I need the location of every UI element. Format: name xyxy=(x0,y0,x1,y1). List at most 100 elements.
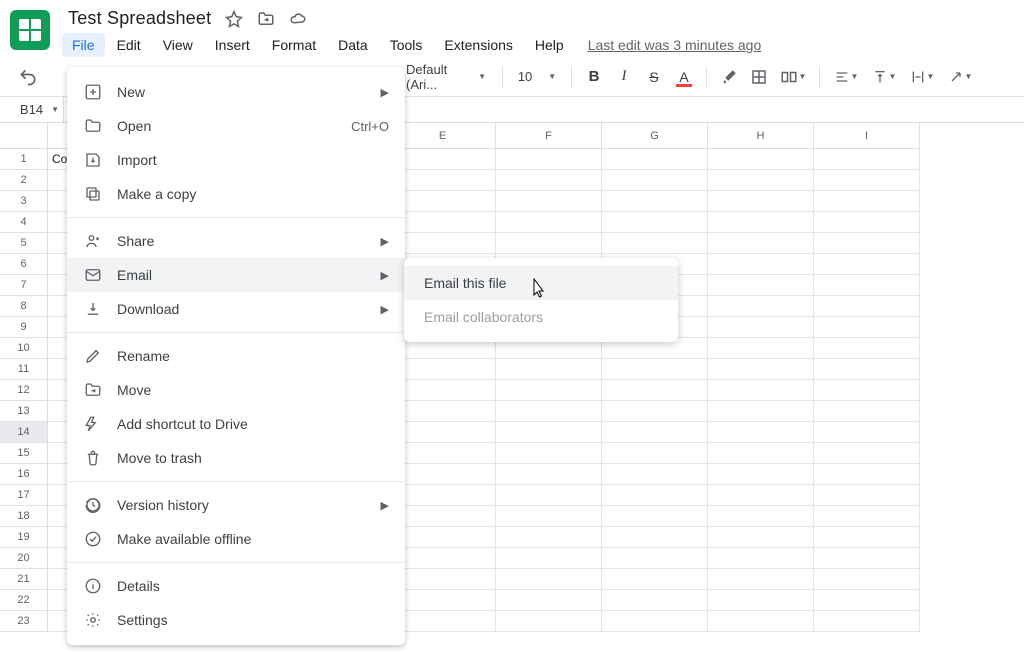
cell[interactable] xyxy=(814,296,920,317)
file-menu-offline[interactable]: Make available offline xyxy=(67,522,405,556)
row-header[interactable]: 11 xyxy=(0,359,47,380)
cell[interactable] xyxy=(496,611,602,632)
cloud-status-icon[interactable] xyxy=(289,10,307,28)
cell[interactable] xyxy=(602,422,708,443)
cell[interactable] xyxy=(390,380,496,401)
cell[interactable] xyxy=(708,233,814,254)
cell[interactable] xyxy=(814,422,920,443)
cell[interactable] xyxy=(708,422,814,443)
cell[interactable] xyxy=(708,170,814,191)
cell[interactable] xyxy=(602,464,708,485)
cell[interactable] xyxy=(496,380,602,401)
row-header[interactable]: 15 xyxy=(0,443,47,464)
cell[interactable] xyxy=(496,527,602,548)
row-header[interactable]: 9 xyxy=(0,317,47,338)
row-header[interactable]: 6 xyxy=(0,254,47,275)
file-menu-download[interactable]: Download▶ xyxy=(67,292,405,326)
cell[interactable] xyxy=(708,569,814,590)
cell[interactable] xyxy=(814,527,920,548)
bold-button[interactable]: B xyxy=(582,65,606,89)
row-header[interactable]: 18 xyxy=(0,506,47,527)
cell[interactable] xyxy=(708,212,814,233)
document-title[interactable]: Test Spreadsheet xyxy=(68,8,211,29)
cell[interactable] xyxy=(814,170,920,191)
file-menu-settings[interactable]: Settings xyxy=(67,603,405,637)
cell[interactable] xyxy=(496,569,602,590)
row-header[interactable]: 2 xyxy=(0,170,47,191)
cell[interactable] xyxy=(390,233,496,254)
cell[interactable] xyxy=(708,527,814,548)
row-header[interactable]: 7 xyxy=(0,275,47,296)
row-header[interactable]: 3 xyxy=(0,191,47,212)
cell[interactable] xyxy=(602,212,708,233)
cell[interactable] xyxy=(602,401,708,422)
menu-edit[interactable]: Edit xyxy=(107,33,151,57)
cell[interactable] xyxy=(390,212,496,233)
row-header[interactable]: 8 xyxy=(0,296,47,317)
cell[interactable] xyxy=(390,191,496,212)
file-menu-import[interactable]: Import xyxy=(67,143,405,177)
column-header-E[interactable]: E xyxy=(390,123,496,149)
file-menu-version-history[interactable]: Version history▶ xyxy=(67,488,405,522)
row-header[interactable]: 23 xyxy=(0,611,47,632)
font-size-dropdown[interactable]: 10 ▼ xyxy=(513,69,561,84)
cell[interactable] xyxy=(708,485,814,506)
move-to-folder-icon[interactable] xyxy=(257,10,275,28)
cell[interactable] xyxy=(390,464,496,485)
cell[interactable] xyxy=(814,611,920,632)
cell[interactable] xyxy=(602,380,708,401)
cell[interactable] xyxy=(708,254,814,275)
cell[interactable] xyxy=(602,506,708,527)
cell[interactable] xyxy=(814,317,920,338)
cell[interactable] xyxy=(708,338,814,359)
cell[interactable] xyxy=(814,338,920,359)
text-color-button[interactable]: A xyxy=(672,65,696,89)
row-header[interactable]: 14 xyxy=(0,422,47,443)
cell[interactable] xyxy=(814,212,920,233)
cell[interactable] xyxy=(496,170,602,191)
menu-tools[interactable]: Tools xyxy=(380,33,433,57)
menu-file[interactable]: File xyxy=(62,33,105,57)
file-menu-trash[interactable]: Move to trash xyxy=(67,441,405,475)
select-all-corner[interactable] xyxy=(0,123,48,149)
row-header[interactable]: 16 xyxy=(0,464,47,485)
cell[interactable] xyxy=(602,590,708,611)
file-menu-make-copy[interactable]: Make a copy xyxy=(67,177,405,211)
cell[interactable] xyxy=(602,611,708,632)
row-header[interactable]: 17 xyxy=(0,485,47,506)
cell[interactable] xyxy=(390,443,496,464)
cell[interactable] xyxy=(814,401,920,422)
cell[interactable] xyxy=(708,548,814,569)
cell[interactable] xyxy=(390,401,496,422)
fill-color-button[interactable] xyxy=(717,65,741,89)
row-header[interactable]: 10 xyxy=(0,338,47,359)
cell[interactable] xyxy=(708,296,814,317)
file-menu-open[interactable]: OpenCtrl+O xyxy=(67,109,405,143)
column-header-F[interactable]: F xyxy=(496,123,602,149)
cell[interactable] xyxy=(602,485,708,506)
cell[interactable] xyxy=(390,422,496,443)
cell[interactable] xyxy=(496,401,602,422)
cell[interactable] xyxy=(390,149,496,170)
cell[interactable] xyxy=(390,590,496,611)
text-wrap-button[interactable]: ▼ xyxy=(906,65,938,89)
cell[interactable] xyxy=(708,401,814,422)
cell[interactable] xyxy=(496,422,602,443)
menu-insert[interactable]: Insert xyxy=(205,33,260,57)
cell[interactable] xyxy=(814,359,920,380)
file-menu-move[interactable]: Move xyxy=(67,373,405,407)
cell[interactable] xyxy=(814,233,920,254)
cell[interactable] xyxy=(708,590,814,611)
cell[interactable] xyxy=(602,359,708,380)
cell[interactable] xyxy=(390,359,496,380)
row-header[interactable]: 4 xyxy=(0,212,47,233)
menu-help[interactable]: Help xyxy=(525,33,574,57)
last-edit-link[interactable]: Last edit was 3 minutes ago xyxy=(588,37,762,53)
cell[interactable] xyxy=(814,485,920,506)
cell[interactable] xyxy=(390,170,496,191)
column-header-G[interactable]: G xyxy=(602,123,708,149)
cell[interactable] xyxy=(814,590,920,611)
cell[interactable] xyxy=(602,233,708,254)
cell[interactable] xyxy=(390,506,496,527)
row-header[interactable]: 22 xyxy=(0,590,47,611)
